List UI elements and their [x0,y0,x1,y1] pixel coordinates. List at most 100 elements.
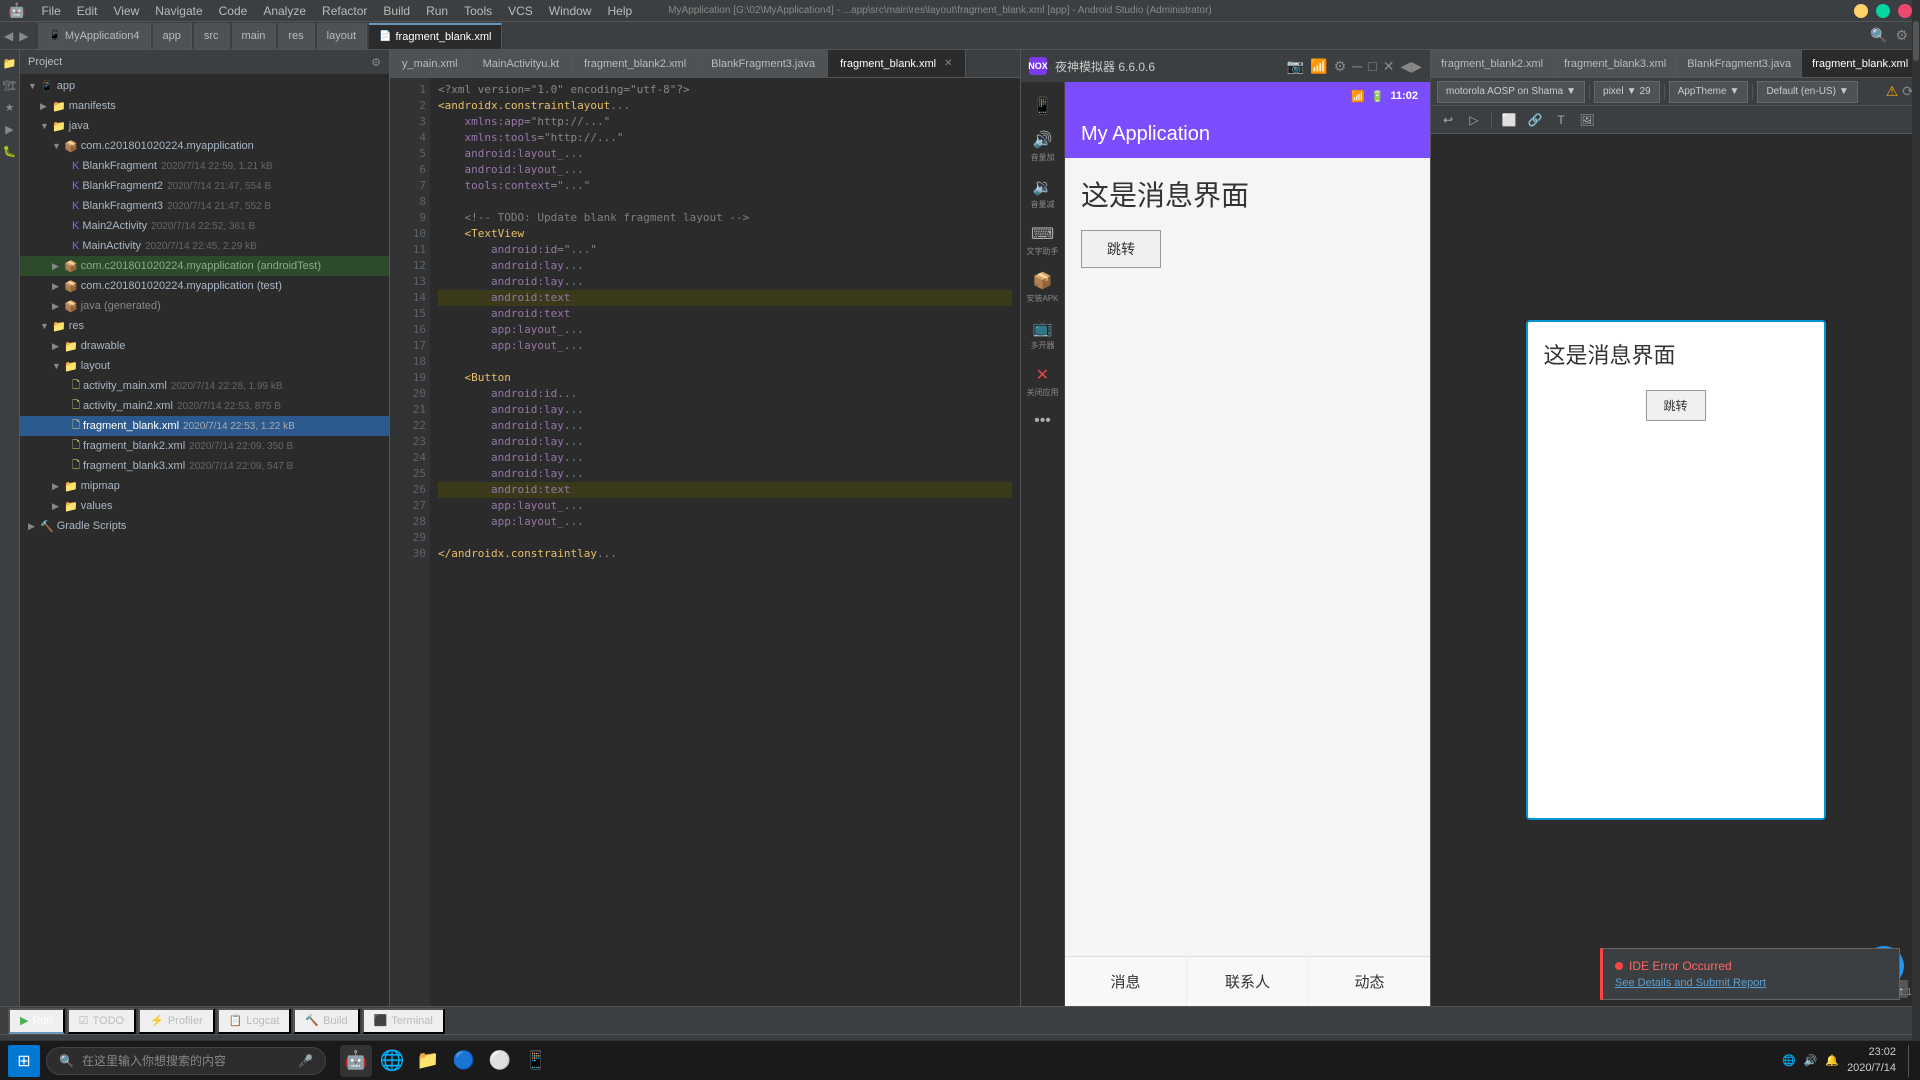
preview-jump-button[interactable]: 跳转 [1646,390,1706,421]
tree-item-fragment-blank2[interactable]: 🗋 fragment_blank2.xml 2020/7/14 22:09, 3… [20,436,389,456]
emulator-sidebar-toggle-icon[interactable]: ◀▶ [1400,58,1422,75]
breadcrumb-fragment[interactable]: 📄 fragment_blank.xml [369,23,502,49]
taskbar-app-emulator[interactable]: 📱 [520,1045,552,1077]
search-everywhere-icon[interactable]: 🔍 [1870,27,1887,44]
taskbar-app-apps[interactable]: 🔵 [448,1045,480,1077]
phone-jump-button[interactable]: 跳转 [1081,230,1161,268]
restore-button[interactable] [1876,4,1890,18]
tree-item-androidtest[interactable]: ▶ 📦 com.c201801020224.myapplication (and… [20,256,389,276]
breadcrumb-app2[interactable]: app [153,23,192,49]
taskbar-search-box[interactable]: 🔍 在这里输入你想搜索的内容 🎤 [46,1047,326,1075]
breadcrumb-src[interactable]: src [194,23,230,49]
taskbar-app-android-studio[interactable]: 🤖 [340,1045,372,1077]
emulator-tool-volume-up[interactable]: 🔊 音量加 [1024,124,1062,169]
show-desktop-icon[interactable] [1908,1045,1912,1077]
tree-item-app[interactable]: ▼ 📱 app [20,76,389,96]
emulator-wifi-icon[interactable]: 📶 [1310,58,1327,75]
run-sidebar-icon[interactable]: ▶ [1,120,19,138]
run-tab[interactable]: ▶ Run [8,1008,65,1034]
emulator-tool-install-apk[interactable]: 📦 安装APK [1024,265,1062,310]
menu-item-edit[interactable]: Edit [77,4,98,18]
menu-item-analyze[interactable]: Analyze [263,4,306,18]
select-icon[interactable]: ⬜ [1498,109,1520,131]
breadcrumb-main[interactable]: main [232,23,277,49]
editor-tab-fragment2[interactable]: fragment_blank2.xml [572,50,699,78]
menu-item-run[interactable]: Run [426,4,448,18]
menu-item-vcs[interactable]: VCS [508,4,533,18]
tree-item-mipmap[interactable]: ▶ 📁 mipmap [20,476,389,496]
menu-item-refactor[interactable]: Refactor [322,4,367,18]
phone-nav-contacts[interactable]: 联系人 [1187,957,1309,1006]
debug-sidebar-icon[interactable]: 🐛 [1,142,19,160]
tree-item-res[interactable]: ▼ 📁 res [20,316,389,336]
right-tab-fragment2[interactable]: fragment_blank2.xml [1431,50,1554,78]
tree-item-java-generated[interactable]: ▶ 📦 java (generated) [20,296,389,316]
text-icon[interactable]: T [1550,109,1572,131]
tree-item-gradle[interactable]: ▶ 🔨 Gradle Scripts [20,516,389,536]
editor-tab-ymain[interactable]: y_main.xml [390,50,471,78]
notification-link[interactable]: See Details and Submit Report [1615,977,1766,989]
project-sidebar-icon[interactable]: 📁 [1,54,19,72]
tree-item-fragment-blank3[interactable]: 🗋 fragment_blank3.xml 2020/7/14 22:09, 5… [20,456,389,476]
tree-item-java[interactable]: ▼ 📁 java [20,116,389,136]
warning-icon[interactable]: ⚠ [1886,83,1899,100]
right-tab-fragment3[interactable]: fragment_blank3.xml [1554,50,1677,78]
settings-icon[interactable]: ⚙ [1895,27,1908,44]
cursor-icon[interactable]: ▷ [1463,109,1485,131]
emulator-tool-multi-window[interactable]: 📺 多开器 [1024,312,1062,357]
structure-sidebar-icon[interactable]: 🏗 [1,76,19,94]
phone-nav-moments[interactable]: 动态 [1309,957,1430,1006]
favorites-sidebar-icon[interactable]: ★ [1,98,19,116]
taskbar-app-chrome[interactable]: 🌐 [376,1045,408,1077]
emulator-tool-more[interactable]: ••• [1024,406,1062,436]
undo-icon[interactable]: ↩ [1437,109,1459,131]
tree-item-blankfragment[interactable]: K BlankFragment 2020/7/14 22:59, 1.21 kB [20,156,389,176]
tree-item-activity-main[interactable]: 🗋 activity_main.xml 2020/7/14 22:28, 1.9… [20,376,389,396]
close-button[interactable] [1898,4,1912,18]
menu-item-code[interactable]: Code [219,4,248,18]
tree-item-layout[interactable]: ▼ 📁 layout [20,356,389,376]
build-tab[interactable]: 🔨 Build [293,1008,359,1034]
editor-tab-blankfrag3[interactable]: BlankFragment3.java [699,50,828,78]
emulator-minimize-icon[interactable]: ─ [1352,58,1362,75]
connect-icon[interactable]: 🔗 [1524,109,1546,131]
emulator-settings-icon[interactable]: ⚙ [1334,58,1347,75]
terminal-tab[interactable]: ⬛ Terminal [362,1008,445,1034]
code-editor[interactable]: <?xml version="1.0" encoding="utf-8"?> <… [430,78,1020,1006]
taskbar-app-another[interactable]: ⚪ [484,1045,516,1077]
menu-item-help[interactable]: Help [607,4,632,18]
tree-item-manifests[interactable]: ▶ 📁 manifests [20,96,389,116]
logcat-tab[interactable]: 📋 Logcat [217,1008,292,1034]
emulator-maximize-icon[interactable]: □ [1368,58,1376,75]
editor-tab-close-icon[interactable]: ✕ [944,58,952,69]
device-selector-button[interactable]: motorola AOSP on Shama ▼ [1437,81,1585,103]
breadcrumb-app[interactable]: 📱 MyApplication4 [38,23,150,49]
editor-tab-mainactivity[interactable]: MainActivityu.kt [471,50,572,78]
tree-item-blankfragment3[interactable]: K BlankFragment3 2020/7/14 21:47, 552 B [20,196,389,216]
nav-forward-icon[interactable]: ▶ [19,29,28,43]
menu-item-window[interactable]: Window [549,4,592,18]
todo-tab[interactable]: ☑ TODO [67,1008,136,1034]
pixel-selector-button[interactable]: pixel ▼ 29 [1594,81,1660,103]
tree-item-test[interactable]: ▶ 📦 com.c201801020224.myapplication (tes… [20,276,389,296]
emulator-camera-icon[interactable]: 📷 [1287,58,1304,75]
right-tab-blankfrag3[interactable]: BlankFragment3.java [1677,50,1802,78]
profiler-tab[interactable]: ⚡ Profiler [138,1008,215,1034]
menu-item-file[interactable]: File [41,4,60,18]
locale-selector-button[interactable]: Default (en-US) ▼ [1757,81,1857,103]
tree-item-fragment-blank[interactable]: 🗋 fragment_blank.xml 2020/7/14 22:53, 1.… [20,416,389,436]
emulator-close-icon[interactable]: ✕ [1383,58,1395,75]
nav-back-icon[interactable]: ◀ [4,29,13,43]
start-button[interactable]: ⊞ [8,1045,40,1077]
project-panel-settings-icon[interactable]: ⚙ [371,56,381,69]
emulator-tool-keyboard[interactable]: ⌨ 文字助手 [1024,218,1062,263]
emulator-tool-volume-down[interactable]: 🔉 音量减 [1024,171,1062,216]
emulator-tool-phone[interactable]: 📱 [1024,90,1062,122]
image-icon[interactable]: 🖼 [1576,109,1598,131]
tree-item-drawable[interactable]: ▶ 📁 drawable [20,336,389,356]
menu-item-tools[interactable]: Tools [464,4,492,18]
breadcrumb-res[interactable]: res [278,23,314,49]
tree-item-mainactivity[interactable]: K MainActivity 2020/7/14 22:45, 2.29 kB [20,236,389,256]
editor-tab-fragment-blank[interactable]: fragment_blank.xml ✕ [828,50,965,78]
tree-item-package[interactable]: ▼ 📦 com.c201801020224.myapplication [20,136,389,156]
